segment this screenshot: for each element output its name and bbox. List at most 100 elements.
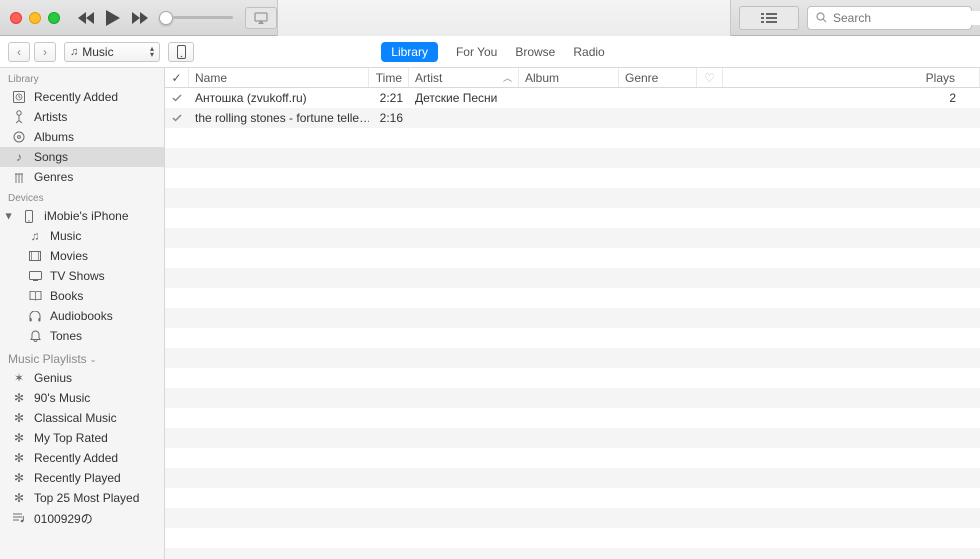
sidebar-item-label: Recently Added	[34, 90, 118, 104]
sort-ascending-icon: ︿	[503, 71, 512, 84]
cell-album	[519, 108, 619, 128]
column-name[interactable]: Name	[189, 68, 369, 87]
gear-icon: ✻	[12, 411, 26, 425]
tab-radio[interactable]: Radio	[573, 45, 604, 59]
volume-slider[interactable]	[159, 11, 233, 25]
sidebar-item-top-rated[interactable]: ✻My Top Rated	[0, 428, 164, 448]
sidebar-item-songs[interactable]: ♪ Songs	[0, 147, 164, 167]
cell-love[interactable]	[697, 88, 723, 108]
nav-tabs: Library For You Browse Radio	[381, 42, 604, 62]
sidebar-item-device-tv[interactable]: TV Shows	[0, 266, 164, 286]
sidebar-item-device-movies[interactable]: Movies	[0, 246, 164, 266]
cell-album	[519, 88, 619, 108]
guitar-icon	[12, 171, 26, 184]
previous-track-button[interactable]	[75, 7, 97, 29]
cell-name: Антошка (zvukoff.ru)	[189, 88, 369, 108]
volume-knob[interactable]	[159, 11, 173, 25]
iphone-icon	[22, 210, 36, 223]
sidebar-item-genres[interactable]: Genres	[0, 167, 164, 187]
chevron-down-icon: ⌄	[90, 355, 97, 364]
sidebar-item-90s-music[interactable]: ✻90's Music	[0, 388, 164, 408]
gear-icon: ✶	[12, 371, 26, 385]
sidebar-item-device-audiobooks[interactable]: Audiobooks	[0, 306, 164, 326]
minimize-window-button[interactable]	[29, 12, 41, 24]
sidebar-item-device-music[interactable]: ♫ Music	[0, 226, 164, 246]
sidebar-item-label: Genres	[34, 170, 73, 184]
row-checkbox[interactable]	[165, 108, 189, 128]
music-note-icon: ♫	[70, 46, 78, 58]
sidebar-item-label: Recently Added	[34, 451, 118, 465]
volume-track[interactable]	[173, 16, 233, 19]
play-button[interactable]	[102, 7, 124, 29]
dropdown-arrows-icon: ▴▾	[150, 46, 154, 58]
list-view-button[interactable]	[739, 6, 799, 30]
column-artist[interactable]: Artist ︿	[409, 68, 519, 87]
forward-button[interactable]: ›	[34, 42, 56, 62]
disclosure-triangle-icon[interactable]: ▶	[5, 213, 14, 219]
gear-icon: ✻	[12, 471, 26, 485]
sidebar-item-label: Songs	[34, 150, 68, 164]
back-button[interactable]: ‹	[8, 42, 30, 62]
headphones-icon	[28, 311, 42, 322]
music-note-icon: ♫	[28, 229, 42, 243]
sidebar-item-top25[interactable]: ✻ Top 25 Most Played	[0, 488, 164, 508]
search-field[interactable]	[807, 6, 972, 30]
sidebar-item-device-tones[interactable]: Tones	[0, 326, 164, 346]
album-icon	[12, 131, 26, 143]
cell-plays	[723, 108, 980, 128]
sidebar-item-recently-added[interactable]: Recently Added	[0, 87, 164, 107]
airplay-button[interactable]	[245, 7, 277, 29]
table-row[interactable]: the rolling stones - fortune telle… 2:16	[165, 108, 980, 128]
sidebar-item-artists[interactable]: Artists	[0, 107, 164, 127]
next-track-button[interactable]	[129, 7, 151, 29]
column-artist-label: Artist	[415, 71, 442, 85]
song-list: Антошка (zvukoff.ru) 2:21 Детские Песни …	[165, 88, 980, 559]
device-button[interactable]	[168, 42, 194, 62]
sidebar-item-recently-played[interactable]: ✻Recently Played	[0, 468, 164, 488]
tv-icon	[28, 271, 42, 281]
sidebar-item-label: 90's Music	[34, 391, 90, 405]
sidebar-item-label: Tones	[50, 329, 82, 343]
sidebar-item-user-playlist[interactable]: 0100929の	[0, 508, 164, 528]
column-love[interactable]: ♡	[697, 68, 723, 87]
music-note-icon: ♪	[12, 150, 26, 164]
row-checkbox[interactable]	[165, 88, 189, 108]
window-controls	[10, 12, 60, 24]
cell-genre	[619, 108, 697, 128]
tab-browse[interactable]: Browse	[515, 45, 555, 59]
column-album[interactable]: Album	[519, 68, 619, 87]
column-check[interactable]: ✓	[165, 68, 189, 87]
mic-icon	[12, 110, 26, 124]
sidebar-item-label: Top 25 Most Played	[34, 491, 139, 505]
sidebar-item-albums[interactable]: Albums	[0, 127, 164, 147]
sidebar-item-label: iMobie's iPhone	[44, 209, 128, 223]
source-label: Music	[82, 45, 113, 59]
sidebar-item-pl-recently-added[interactable]: ✻Recently Added	[0, 448, 164, 468]
sidebar-item-genius[interactable]: ✶Genius	[0, 368, 164, 388]
main-area: Library Recently Added Artists Albums ♪ …	[0, 68, 980, 559]
chevron-left-icon: ‹	[17, 45, 21, 59]
column-time[interactable]: Time	[369, 68, 409, 87]
sidebar-item-label: Music	[50, 229, 81, 243]
titlebar	[0, 0, 980, 36]
search-input[interactable]	[833, 11, 980, 25]
sidebar-header-playlists[interactable]: Music Playlists⌄	[0, 346, 164, 368]
close-window-button[interactable]	[10, 12, 22, 24]
sidebar: Library Recently Added Artists Albums ♪ …	[0, 68, 165, 559]
sidebar-item-classical[interactable]: ✻Classical Music	[0, 408, 164, 428]
cell-time: 2:16	[369, 108, 409, 128]
gear-icon: ✻	[12, 491, 26, 505]
zoom-window-button[interactable]	[48, 12, 60, 24]
source-selector[interactable]: ♫ Music ▴▾	[64, 42, 160, 62]
column-genre[interactable]: Genre	[619, 68, 697, 87]
clock-icon	[12, 91, 26, 103]
table-row[interactable]: Антошка (zvukoff.ru) 2:21 Детские Песни …	[165, 88, 980, 108]
cell-artist	[409, 108, 519, 128]
column-plays[interactable]: Plays	[723, 68, 980, 87]
cell-love[interactable]	[697, 108, 723, 128]
tab-for-you[interactable]: For You	[456, 45, 497, 59]
tab-library[interactable]: Library	[381, 42, 438, 62]
cell-plays: 2	[723, 88, 980, 108]
sidebar-item-device[interactable]: ▶ iMobie's iPhone	[0, 206, 164, 226]
sidebar-item-device-books[interactable]: Books	[0, 286, 164, 306]
